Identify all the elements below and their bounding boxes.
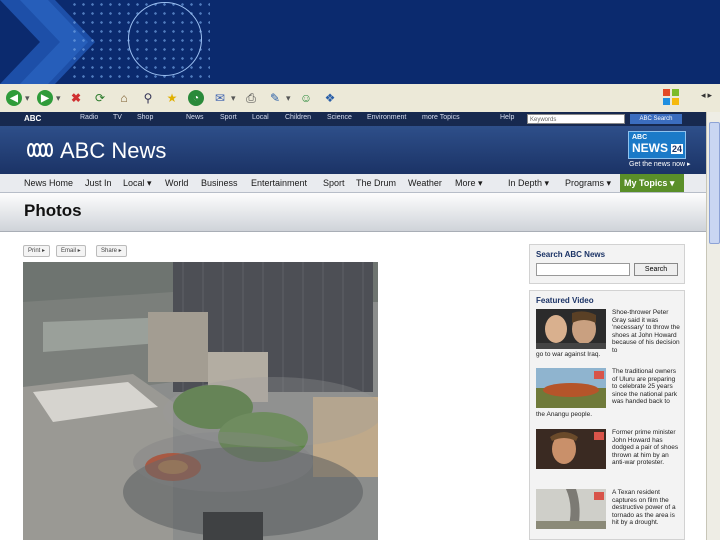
util-link-children[interactable]: Children bbox=[285, 114, 311, 121]
video-text-1[interactable]: Shoe-thrower Peter Gray said it was 'nec… bbox=[612, 309, 682, 355]
nav-just-in[interactable]: Just In bbox=[85, 178, 112, 188]
email-button[interactable]: Email ▸ bbox=[56, 245, 86, 257]
nav-weather[interactable]: Weather bbox=[408, 178, 442, 188]
windows-logo-icon bbox=[663, 89, 679, 105]
mail-icon[interactable]: ✉ bbox=[210, 88, 230, 108]
video-tail-1[interactable]: go to war against Iraq. bbox=[536, 351, 600, 358]
video-text-2[interactable]: The traditional owners of Uluru are prep… bbox=[612, 368, 682, 406]
video-thumb-1[interactable] bbox=[536, 309, 606, 349]
news24-badge[interactable]: ABC NEWS 24 bbox=[628, 131, 686, 159]
ring-graphic bbox=[128, 2, 202, 76]
nav-local[interactable]: Local ▾ bbox=[123, 178, 152, 189]
util-link-sport[interactable]: Sport bbox=[220, 114, 237, 121]
util-link-radio[interactable]: Radio bbox=[80, 114, 98, 121]
video-thumb-2[interactable] bbox=[536, 368, 606, 408]
back-dropdown-icon[interactable]: ▾ bbox=[25, 93, 31, 104]
video-text-4[interactable]: A Texan resident captures on film the de… bbox=[612, 489, 682, 527]
util-link-science[interactable]: Science bbox=[327, 114, 352, 121]
featured-heading: Featured Video bbox=[536, 296, 594, 305]
section-title-bar: Photos bbox=[0, 193, 706, 232]
scrollbar-thumb[interactable] bbox=[709, 122, 720, 244]
search-icon[interactable]: ⚲ bbox=[138, 88, 158, 108]
slide-banner bbox=[0, 0, 720, 84]
util-link-shop[interactable]: Shop bbox=[137, 114, 153, 121]
search-box: Search ABC News Search bbox=[529, 244, 685, 284]
nav-entertainment[interactable]: Entertainment bbox=[251, 178, 307, 188]
sidebar: Search ABC News Search Featured Video Sh… bbox=[529, 244, 685, 540]
util-link-tv[interactable]: TV bbox=[113, 114, 122, 121]
back-icon[interactable]: ◀ bbox=[4, 88, 24, 108]
video-tail-2[interactable]: the Anangu people. bbox=[536, 411, 592, 418]
edit-dropdown-icon[interactable]: ▾ bbox=[286, 93, 292, 104]
home-icon[interactable]: ⌂ bbox=[114, 88, 134, 108]
util-link-news[interactable]: News bbox=[186, 114, 204, 121]
site-title[interactable]: ABC News bbox=[60, 138, 166, 164]
history-icon[interactable]: ◔ bbox=[186, 88, 206, 108]
edit-icon[interactable]: ✎ bbox=[265, 88, 285, 108]
favorites-icon[interactable]: ★ bbox=[162, 88, 182, 108]
share-button[interactable]: Share ▸ bbox=[96, 245, 127, 257]
nav-news-home[interactable]: News Home bbox=[24, 178, 73, 188]
util-link-help[interactable]: Help bbox=[500, 114, 514, 121]
search-input[interactable] bbox=[536, 263, 630, 276]
util-link-environment[interactable]: Environment bbox=[367, 114, 406, 121]
util-link-more-topics[interactable]: more Topics bbox=[422, 114, 460, 121]
site-header: ABC News ABC NEWS 24 Get the news now ▸ bbox=[0, 126, 706, 174]
nav-programs[interactable]: Programs ▾ bbox=[565, 178, 611, 189]
get-news-link[interactable]: Get the news now ▸ bbox=[629, 160, 691, 168]
video-text-3[interactable]: Former prime minister John Howard has do… bbox=[612, 429, 682, 467]
featured-video-box: Featured Video Shoe-thrower Peter Gray s… bbox=[529, 290, 685, 540]
abc-logo[interactable]: ABC bbox=[24, 114, 41, 123]
nav-the-drum[interactable]: The Drum bbox=[356, 178, 396, 188]
page-title: Photos bbox=[24, 201, 82, 220]
print-icon[interactable]: ⎙ bbox=[241, 88, 261, 108]
stop-icon[interactable]: ✖ bbox=[66, 88, 86, 108]
research-icon[interactable]: ❖ bbox=[320, 88, 340, 108]
forward-dropdown-icon[interactable]: ▾ bbox=[56, 93, 62, 104]
nav-my-topics[interactable]: My Topics ▾ bbox=[620, 174, 684, 192]
nav-business[interactable]: Business bbox=[201, 178, 238, 188]
video-thumb-3[interactable] bbox=[536, 429, 606, 469]
messenger-icon[interactable]: ☺ bbox=[296, 88, 316, 108]
web-page: ABC Radio TV Shop News Sport Local Child… bbox=[0, 112, 706, 540]
browser-toolbar: ◀ ▾ ▶ ▾ ✖ ⟳ ⌂ ⚲ ★ ◔ ✉ ▾ ⎙ ✎ ▾ ☺ ❖ ◂▸ bbox=[0, 84, 720, 113]
search-button[interactable]: Search bbox=[634, 263, 678, 276]
main-nav: News Home Just In Local ▾ World Business… bbox=[0, 174, 706, 193]
news24-number: 24 bbox=[670, 144, 683, 154]
abc-lissajous-icon bbox=[27, 143, 53, 157]
abc-search-button[interactable]: ABC Search bbox=[630, 114, 682, 124]
nav-more[interactable]: More ▾ bbox=[455, 178, 483, 189]
video-thumb-4[interactable] bbox=[536, 489, 606, 529]
forward-icon[interactable]: ▶ bbox=[35, 88, 55, 108]
refresh-icon[interactable]: ⟳ bbox=[90, 88, 110, 108]
keywords-input[interactable]: Keywords bbox=[527, 114, 625, 124]
utility-bar: ABC Radio TV Shop News Sport Local Child… bbox=[0, 112, 706, 126]
window-controls-icon[interactable]: ◂▸ bbox=[701, 90, 714, 101]
util-link-local[interactable]: Local bbox=[252, 114, 269, 121]
news24-line1: ABC bbox=[632, 134, 648, 141]
nav-in-depth[interactable]: In Depth ▾ bbox=[508, 178, 549, 189]
nav-world[interactable]: World bbox=[165, 178, 188, 188]
news24-line2: NEWS bbox=[632, 141, 668, 155]
main-photo[interactable] bbox=[23, 262, 378, 540]
vertical-scrollbar[interactable] bbox=[706, 112, 720, 540]
print-button[interactable]: Print ▸ bbox=[23, 245, 51, 257]
nav-sport[interactable]: Sport bbox=[323, 178, 345, 188]
mail-dropdown-icon[interactable]: ▾ bbox=[231, 93, 237, 104]
search-heading: Search ABC News bbox=[536, 250, 606, 259]
